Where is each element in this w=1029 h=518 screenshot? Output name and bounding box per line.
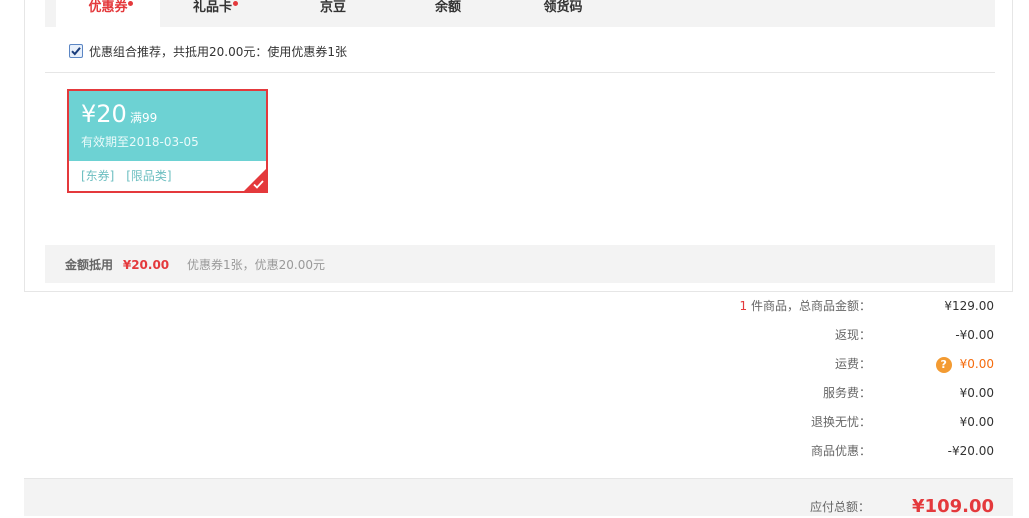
coupon-validity: 有效期至2018-03-05 xyxy=(81,135,199,149)
cashback-value: -¥0.00 xyxy=(955,328,994,342)
tab-jd-beans-label: 京豆 xyxy=(319,0,346,15)
new-badge-dot xyxy=(233,1,238,6)
deduction-summary: 金额抵用 ¥20.00 优惠券1张，优惠20.00元 xyxy=(65,258,325,272)
return-insurance-row: 退换无忧： ¥0.00 xyxy=(0,414,1029,430)
cashback-label: 返现： xyxy=(834,328,871,342)
return-insurance-value: ¥0.00 xyxy=(959,415,994,429)
shipping-value: ¥0.00 xyxy=(959,357,994,371)
tab-coupon[interactable]: 优惠券 xyxy=(56,0,160,27)
product-discount-row: 商品优惠： -¥20.00 xyxy=(0,443,1029,459)
coupon-condition: 满99 xyxy=(130,111,158,125)
tab-gift-card[interactable]: 礼品卡 xyxy=(165,0,260,27)
shipping-value-wrap: ? ¥0.00 xyxy=(935,356,994,373)
new-badge-dot xyxy=(128,1,133,6)
return-insurance-label: 退换无忧： xyxy=(810,415,871,429)
coupon-amount: ¥20 xyxy=(81,100,127,128)
coupon-tag: [限品类] xyxy=(126,169,172,183)
items-total-row: 1 件商品，总商品金额： ¥129.00 xyxy=(0,298,1029,314)
coupon-panel: 优惠券 礼品卡 京豆 余额 领货码 优惠组合推荐，共抵用20.00元：使用优惠券… xyxy=(45,0,995,283)
items-label-text: 件商品，总商品金额： xyxy=(747,299,871,313)
tab-balance[interactable]: 余额 xyxy=(410,0,486,27)
tab-gift-card-label: 礼品卡 xyxy=(192,0,232,15)
service-fee-label: 服务费： xyxy=(822,386,871,400)
product-discount-label: 商品优惠： xyxy=(810,444,871,458)
cashback-row: 返现： -¥0.00 xyxy=(0,327,1029,343)
combo-recommend-row: 优惠组合推荐，共抵用20.00元：使用优惠券1张 xyxy=(69,43,347,61)
shipping-label: 运费： xyxy=(834,357,871,371)
shipping-row: 运费： ? ¥0.00 xyxy=(0,356,1029,373)
coupon-card-header: ¥20 满99 有效期至2018-03-05 xyxy=(69,91,266,161)
tab-jd-beans[interactable]: 京豆 xyxy=(295,0,371,27)
combo-text: 优惠组合推荐，共抵用20.00元：使用优惠券1张 xyxy=(89,45,347,59)
service-fee-value: ¥0.00 xyxy=(959,386,994,400)
coupon-card[interactable]: ¥20 满99 有效期至2018-03-05 [东券] [限品类] xyxy=(67,89,268,193)
payable-value: ¥109.00 xyxy=(912,496,994,517)
check-icon xyxy=(71,47,81,56)
items-total-value: ¥129.00 xyxy=(944,299,994,313)
payable-label: 应付总额： xyxy=(809,500,870,514)
selected-check-icon xyxy=(253,180,264,189)
deduction-label: 金额抵用 xyxy=(65,258,114,272)
divider xyxy=(45,72,995,73)
service-fee-row: 服务费： ¥0.00 xyxy=(0,385,1029,401)
coupon-tag: [东券] xyxy=(81,169,115,183)
coupon-content: 优惠组合推荐，共抵用20.00元：使用优惠券1张 ¥20 满99 有效期至201… xyxy=(45,27,995,245)
coupon-tags: [东券] [限品类] xyxy=(81,169,180,183)
payable-total-bar: 应付总额： ¥109.00 xyxy=(24,478,1013,517)
tab-coupon-label: 优惠券 xyxy=(88,0,128,15)
tab-balance-label: 余额 xyxy=(434,0,461,15)
tab-pickup-code-label: 领货码 xyxy=(543,0,583,15)
deduction-detail: 优惠券1张，优惠20.00元 xyxy=(186,258,325,272)
items-total-label: 1 件商品，总商品金额： xyxy=(740,298,871,314)
product-discount-value: -¥20.00 xyxy=(947,444,994,458)
combo-checkbox[interactable] xyxy=(69,44,83,58)
tab-pickup-code[interactable]: 领货码 xyxy=(525,0,601,27)
deduction-amount: ¥20.00 xyxy=(122,258,170,272)
payment-tabs: 优惠券 礼品卡 京豆 余额 领货码 xyxy=(45,0,995,27)
help-icon[interactable]: ? xyxy=(935,357,952,373)
